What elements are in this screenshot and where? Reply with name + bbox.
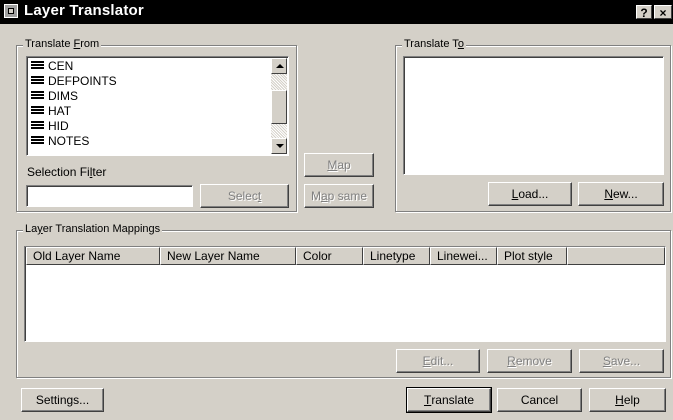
map-same-button[interactable]: Map same	[304, 184, 374, 208]
translate-to-label: Translate To	[402, 38, 466, 50]
scroll-down-arrow-icon[interactable]	[271, 138, 287, 154]
layer-name: NOTES	[48, 134, 90, 148]
help-title-button[interactable]: ?	[636, 5, 652, 20]
layer-name: HID	[48, 119, 69, 133]
save-button[interactable]: Save...	[579, 349, 664, 373]
layer-stack-icon	[31, 61, 45, 71]
layer-list-item[interactable]: CEN	[31, 60, 73, 72]
help-button[interactable]: Help	[589, 388, 666, 412]
layer-name: CEN	[48, 59, 74, 73]
layer-list-item[interactable]: DIMS	[31, 90, 78, 102]
layer-name: HAT	[48, 104, 72, 118]
layer-translator-dialog: Layer Translator ? × Translate From CEN D…	[0, 0, 673, 420]
scrollbar-thumb[interactable]	[271, 90, 287, 124]
selection-filter-label: Selection Filter	[27, 165, 107, 179]
layer-stack-icon	[31, 76, 45, 86]
layer-stack-icon	[31, 91, 45, 101]
layer-name: DIMS	[48, 89, 78, 103]
layer-list-item[interactable]: HID	[31, 120, 69, 132]
column-header-lineweight[interactable]: Linewei...	[430, 247, 497, 265]
translate-from-layer-list[interactable]: CEN DEFPOINTS DIMS HAT HID NOTES	[26, 56, 289, 156]
scroll-up-arrow-icon[interactable]	[271, 58, 287, 74]
layer-stack-icon	[31, 136, 45, 146]
layer-translation-mappings-label: Layer Translation Mappings	[23, 223, 163, 235]
column-header-empty	[567, 247, 665, 265]
close-icon[interactable]: ×	[654, 5, 672, 20]
edit-button[interactable]: Edit...	[396, 349, 480, 373]
remove-button[interactable]: Remove	[487, 349, 572, 373]
new-button[interactable]: New...	[578, 182, 664, 206]
layer-list-item[interactable]: HAT	[31, 105, 71, 117]
layer-list-item[interactable]: DEFPOINTS	[31, 75, 117, 87]
layer-stack-icon	[31, 106, 45, 116]
column-header-linetype[interactable]: Linetype	[363, 247, 430, 265]
mappings-table[interactable]: Old Layer Name New Layer Name Color Line…	[24, 246, 666, 342]
column-header-new-layer-name[interactable]: New Layer Name	[160, 247, 296, 265]
layer-name: DEFPOINTS	[48, 74, 117, 88]
translate-to-layer-list[interactable]	[403, 56, 664, 175]
settings-button[interactable]: Settings...	[21, 388, 104, 412]
load-button[interactable]: Load...	[488, 182, 572, 206]
selection-filter-input[interactable]	[26, 185, 193, 207]
window-title: Layer Translator	[24, 2, 144, 19]
translate-from-label: Translate From	[23, 38, 102, 50]
title-bar[interactable]: Layer Translator ? ×	[0, 0, 673, 24]
column-header-color[interactable]: Color	[296, 247, 363, 265]
column-header-plot-style[interactable]: Plot style	[497, 247, 567, 265]
column-header-old-layer-name[interactable]: Old Layer Name	[26, 247, 160, 265]
layer-stack-icon	[31, 121, 45, 131]
select-button[interactable]: Selec t	[200, 184, 289, 208]
app-icon	[4, 4, 18, 18]
cancel-button[interactable]: Cancel	[497, 388, 582, 412]
map-button[interactable]: Map	[304, 153, 374, 177]
translate-button[interactable]: Translate	[406, 387, 492, 413]
layer-list-item[interactable]: NOTES	[31, 135, 89, 147]
